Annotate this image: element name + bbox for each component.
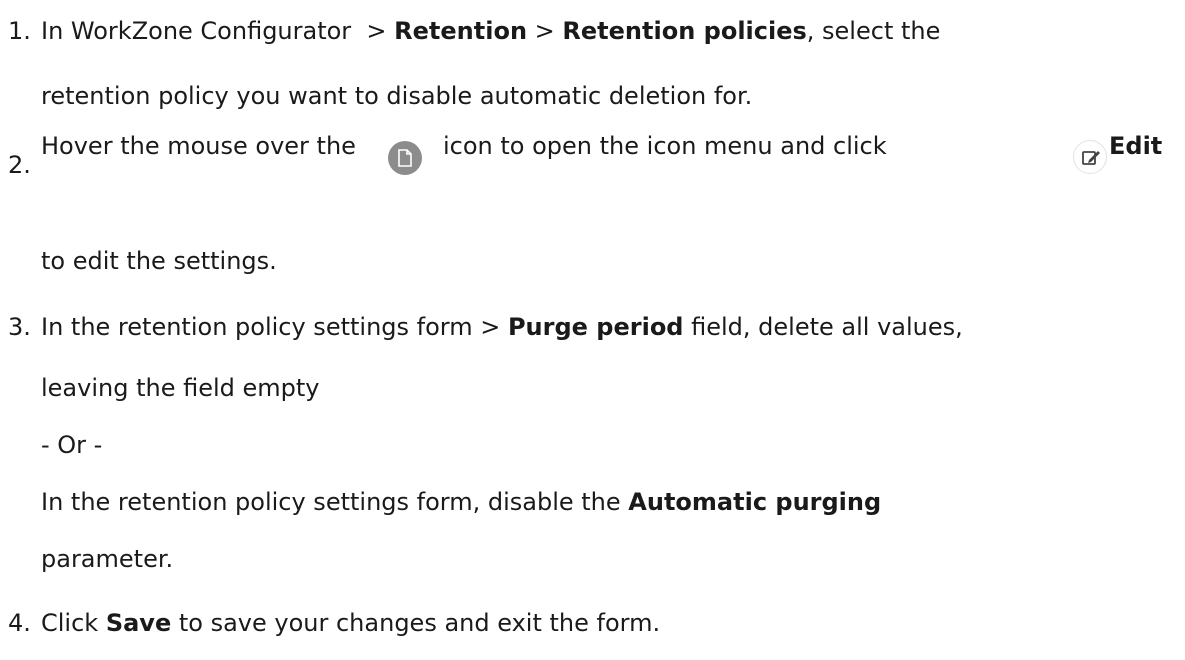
- step-3-text-post: field, delete all values,: [683, 313, 963, 341]
- step-4-bold-save: Save: [105, 609, 172, 637]
- step-1-line-2: retention policy you want to disable aut…: [41, 82, 753, 110]
- step-3-number: 3.: [8, 313, 31, 341]
- step-1-bold-retention-policies: Retention policies: [562, 17, 807, 45]
- step-4-text-pre: Click: [41, 609, 106, 637]
- step-1-text-mid: >: [527, 17, 563, 45]
- step-2-text-b: icon to open the icon menu and click: [443, 132, 887, 160]
- step-1-line-1: 1. In WorkZone Configurator > Retention …: [8, 16, 940, 46]
- step-3-bold-automatic-purging: Automatic purging: [628, 488, 882, 516]
- document-icon: [388, 141, 422, 175]
- step-1-text-post: , select the: [806, 17, 941, 45]
- step-1-number: 1.: [8, 17, 31, 45]
- step-2-edit-label: Edit: [1109, 132, 1163, 160]
- step-3-line-2: leaving the field empty: [41, 374, 320, 402]
- step-4-line: 4. Click Save to save your changes and e…: [8, 608, 660, 638]
- step-2-line-2: to edit the settings.: [41, 247, 277, 275]
- step-3-text-pre: In the retention policy settings form >: [41, 313, 508, 341]
- step-3-or: - Or -: [41, 431, 103, 459]
- step-4-text-post: to save your changes and exit the form.: [171, 609, 661, 637]
- edit-icon: [1073, 140, 1107, 174]
- step-2-text-a: Hover the mouse over the: [41, 132, 356, 160]
- step-4-number: 4.: [8, 609, 31, 637]
- step-1-text-pre: In WorkZone Configurator >: [41, 17, 395, 45]
- step-1-bold-retention: Retention: [394, 17, 528, 45]
- step-3-line-1: 3. In the retention policy settings form…: [8, 312, 963, 342]
- step-3-line-5: parameter.: [41, 545, 174, 573]
- step-3-bold-purge-period: Purge period: [507, 313, 684, 341]
- step-3-line-4: In the retention policy settings form, d…: [41, 488, 882, 516]
- step-2-number: 2.: [8, 151, 31, 179]
